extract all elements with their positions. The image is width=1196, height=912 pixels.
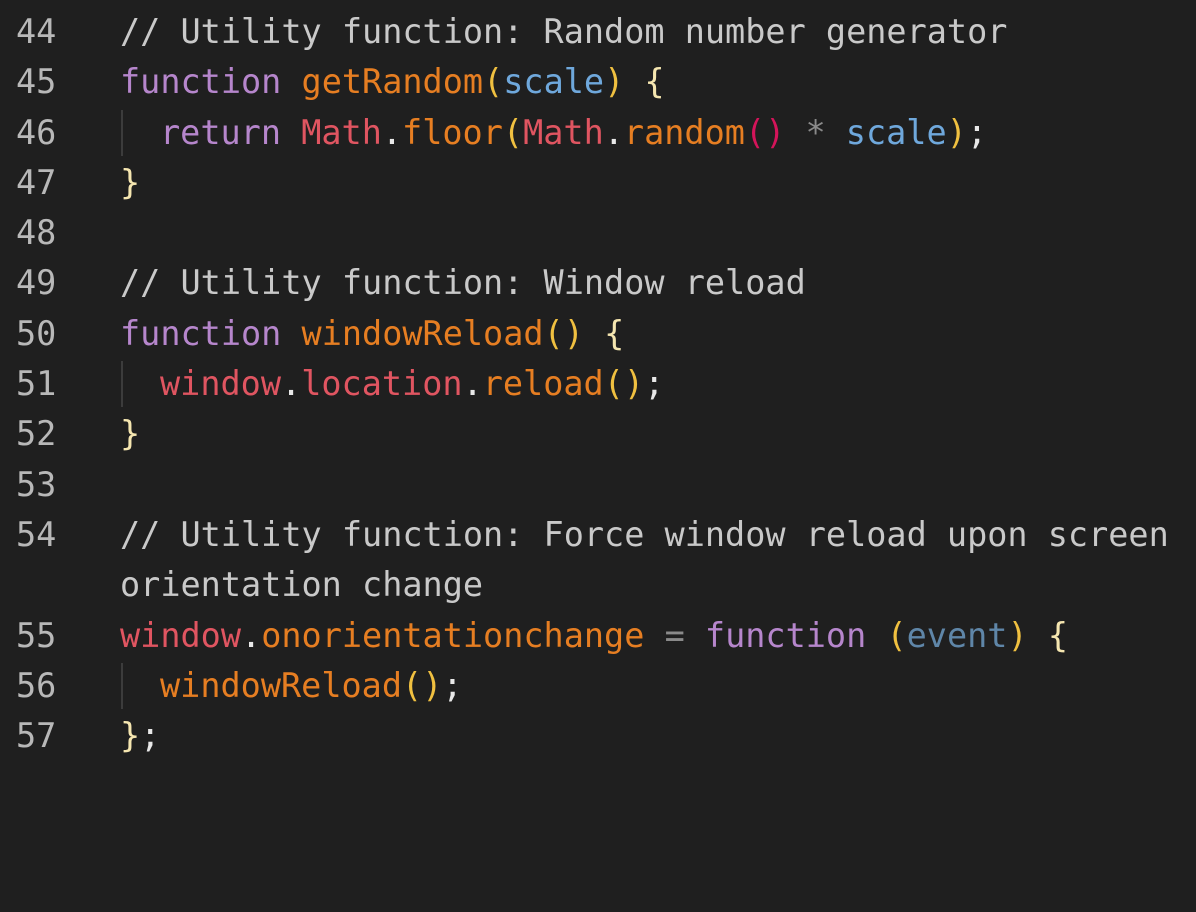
code-comment-wrapped: orientation change [120, 565, 484, 605]
operator-token: * [805, 112, 826, 152]
function-name-token: getRandom [301, 62, 484, 102]
line-number: 54 [16, 514, 57, 554]
parameter-token: scale [503, 62, 605, 102]
punctuation-token: ; [140, 716, 161, 756]
code-line[interactable]: 45 function getRandom(scale) { [0, 57, 1196, 107]
code-comment: // Utility function: Window reload [120, 263, 806, 303]
code-line[interactable]: 52 } [0, 409, 1196, 459]
bracket-token: ( [483, 62, 504, 102]
keyword-token: function [704, 615, 867, 655]
brace-token: } [120, 162, 141, 202]
method-token: reload [482, 364, 604, 404]
indent-guide [121, 109, 123, 156]
code-line[interactable]: 50 function windowReload() { [0, 309, 1196, 359]
keyword-token: function [120, 313, 282, 353]
code-line[interactable]: 56 windowReload(); [0, 661, 1196, 711]
object-token: window [120, 615, 242, 655]
code-comment: // Utility function: Force window reload… [120, 514, 1169, 554]
line-number: 57 [16, 716, 57, 756]
code-line[interactable]: 54 // Utility function: Force window rel… [0, 510, 1196, 611]
bracket-token: () [744, 112, 786, 152]
brace-token: { [1047, 615, 1068, 655]
method-token: floor [402, 112, 503, 152]
punctuation-token: . [603, 112, 624, 152]
bracket-token: ) [604, 62, 625, 102]
line-number: 51 [16, 364, 57, 404]
line-number: 48 [16, 213, 57, 253]
line-number: 55 [16, 615, 57, 655]
code-line[interactable]: 47 } [0, 158, 1196, 208]
indent-guide [121, 662, 123, 709]
code-comment: // Utility function: Random number gener… [120, 12, 1008, 51]
parameter-token: event [906, 615, 1008, 655]
line-number: 50 [16, 313, 57, 353]
code-line[interactable]: 55 window.onorientationchange = function… [0, 611, 1196, 661]
brace-token: } [120, 716, 141, 756]
keyword-token: return [160, 112, 282, 152]
punctuation-token: ; [966, 112, 987, 152]
line-number: 52 [16, 414, 57, 454]
line-number: 56 [16, 665, 57, 705]
bracket-token: ) [946, 112, 967, 152]
line-number: 53 [16, 464, 57, 504]
brace-token: { [644, 62, 665, 102]
code-line[interactable]: 51 window.location.reload(); [0, 359, 1196, 409]
object-token: window [160, 364, 282, 404]
code-line[interactable]: 57 }; [0, 711, 1196, 761]
code-line[interactable]: 48 [0, 208, 1196, 258]
punctuation-token: ; [644, 364, 665, 404]
bracket-token: () [402, 665, 443, 705]
function-name-token: windowReload [301, 313, 544, 353]
punctuation-token: . [462, 364, 483, 404]
bracket-token: () [603, 364, 645, 404]
brace-token: { [604, 313, 625, 353]
code-line[interactable]: 49 // Utility function: Window reload [0, 258, 1196, 308]
code-line[interactable]: 44 // Utility function: Random number ge… [0, 7, 1196, 57]
method-token: random [623, 112, 745, 152]
object-token: Math [301, 112, 382, 152]
punctuation-token: . [381, 112, 403, 152]
code-editor[interactable]: 44 // Utility function: Random number ge… [0, 7, 1196, 761]
indent-guide [121, 361, 123, 408]
line-number: 45 [16, 62, 57, 102]
punctuation-token: . [241, 615, 262, 655]
object-token: Math [523, 112, 604, 152]
brace-token: } [120, 414, 141, 454]
bracket-token: ( [886, 615, 907, 655]
line-number: 44 [16, 12, 57, 51]
parameter-token: scale [845, 112, 947, 152]
keyword-token: function [120, 62, 282, 102]
operator-token: = [664, 615, 685, 655]
punctuation-token: . [281, 364, 302, 404]
line-number: 46 [16, 112, 57, 152]
bracket-token: () [543, 313, 584, 353]
code-line[interactable]: 53 [0, 460, 1196, 510]
code-line[interactable]: 46 return Math.floor(Math.random() * sca… [0, 108, 1196, 158]
bracket-token: ( [502, 112, 524, 152]
property-token: onorientationchange [261, 615, 645, 655]
line-number: 49 [16, 263, 57, 303]
function-call-token: windowReload [160, 665, 403, 705]
punctuation-token: ; [442, 665, 463, 705]
property-token: location [301, 364, 463, 404]
bracket-token: ) [1007, 615, 1028, 655]
line-number: 47 [16, 162, 57, 202]
